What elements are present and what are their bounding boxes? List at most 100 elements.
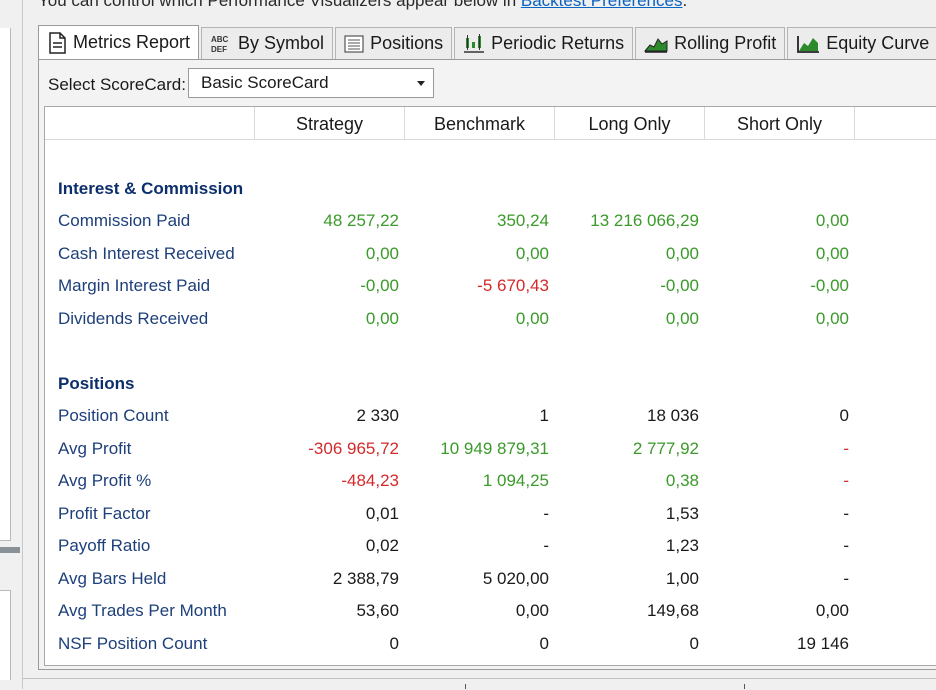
bottom-bar bbox=[23, 678, 936, 690]
metric-value: 149,68 bbox=[647, 601, 699, 620]
column-header-strategy[interactable]: Strategy bbox=[254, 107, 404, 139]
metric-value: 0 bbox=[539, 634, 549, 653]
metric-value: 18 036 bbox=[647, 406, 699, 425]
table-row: Avg Profit % -484,23 1 094,25 0,38 - bbox=[45, 471, 936, 503]
scorecard-label: Select ScoreCard: bbox=[48, 75, 186, 94]
metric-value: 13 216 066,29 bbox=[590, 211, 699, 230]
metric-value: 1 bbox=[539, 406, 549, 425]
metric-value: 0,00 bbox=[815, 309, 849, 328]
metric-label: Payoff Ratio bbox=[58, 536, 151, 555]
table-row: NSF Position Count 0 0 0 19 146 bbox=[45, 634, 936, 665]
column-header-short-only[interactable]: Short Only bbox=[704, 107, 854, 139]
table-row: Dividends Received 0,00 0,00 0,00 0,00 bbox=[45, 309, 936, 341]
table-row: Profit Factor 0,01 - 1,53 - bbox=[45, 504, 936, 536]
document-icon bbox=[47, 31, 67, 54]
metric-value: 1,23 bbox=[665, 536, 699, 555]
visualizer-tabs: Metrics Report ABC DEF By Symbol Position… bbox=[38, 25, 936, 59]
metric-value: 2 388,79 bbox=[332, 569, 399, 588]
info-text-body: You can control which Performance Visual… bbox=[38, 0, 521, 10]
metric-value: - bbox=[843, 439, 849, 458]
metric-value: -0,00 bbox=[360, 276, 399, 295]
metric-value: 0,00 bbox=[365, 309, 399, 328]
metric-value: -0,00 bbox=[660, 276, 699, 295]
metric-label: NSF Position Count bbox=[58, 634, 208, 653]
info-text: You can control which Performance Visual… bbox=[38, 0, 687, 11]
left-panel-bottom bbox=[0, 590, 11, 680]
metric-value: -306 965,72 bbox=[308, 439, 399, 458]
section-title-positions: Positions bbox=[58, 374, 135, 393]
metric-value: 1,53 bbox=[665, 504, 699, 523]
metric-value: - bbox=[543, 504, 549, 523]
metric-label: Cash Interest Received bbox=[58, 244, 235, 263]
metric-value: 0,00 bbox=[665, 309, 699, 328]
column-header-long-only[interactable]: Long Only bbox=[554, 107, 704, 139]
metric-label: Avg Trades Per Month bbox=[58, 601, 227, 620]
metric-value: 5 020,00 bbox=[482, 569, 549, 588]
divider-tick bbox=[465, 684, 466, 689]
candlestick-icon bbox=[463, 33, 485, 54]
metric-value: -484,23 bbox=[341, 471, 399, 490]
tab-rolling-profit[interactable]: Rolling Profit bbox=[635, 27, 786, 59]
column-header-benchmark[interactable]: Benchmark bbox=[404, 107, 554, 139]
metric-value: 0 bbox=[689, 634, 699, 653]
metric-value: 0,00 bbox=[815, 601, 849, 620]
tab-by-symbol[interactable]: ABC DEF By Symbol bbox=[201, 27, 334, 59]
table-row: Payoff Ratio 0,02 - 1,23 - bbox=[45, 536, 936, 568]
metric-value: 0,00 bbox=[365, 244, 399, 263]
metric-label: Avg Bars Held bbox=[58, 569, 167, 588]
chevron-down-icon bbox=[417, 81, 425, 86]
metrics-report-panel: Select ScoreCard: Basic ScoreCard Strate… bbox=[38, 59, 936, 670]
metric-value: 1 094,25 bbox=[482, 471, 549, 490]
metric-value: 2 330 bbox=[356, 406, 399, 425]
metric-value: 350,24 bbox=[497, 211, 549, 230]
svg-text:DEF: DEF bbox=[211, 45, 227, 54]
tab-label: Equity Curve bbox=[826, 33, 930, 53]
table-row: Margin Interest Paid -0,00 -5 670,43 -0,… bbox=[45, 276, 936, 308]
scorecard-dropdown[interactable]: Basic ScoreCard bbox=[188, 68, 434, 98]
tab-equity-curve[interactable]: Equity Curve bbox=[787, 27, 936, 59]
metric-value: 0,00 bbox=[815, 211, 849, 230]
svg-text:ABC: ABC bbox=[211, 35, 229, 44]
abc-def-icon: ABC DEF bbox=[210, 34, 232, 54]
splitter-handle[interactable] bbox=[0, 547, 20, 553]
metric-value: 19 146 bbox=[797, 634, 849, 653]
left-panel-top bbox=[0, 28, 11, 541]
section-title-interest-commission: Interest & Commission bbox=[58, 179, 244, 198]
metric-label: Profit Factor bbox=[58, 504, 151, 523]
metric-value: - bbox=[543, 536, 549, 555]
metrics-grid: Strategy Benchmark Long Only Short Only … bbox=[44, 106, 936, 666]
table-row: Avg Bars Held 2 388,79 5 020,00 1,00 - bbox=[45, 569, 936, 601]
metric-value: 10 949 879,31 bbox=[440, 439, 549, 458]
metric-value: 0,02 bbox=[365, 536, 399, 555]
metric-value: - bbox=[843, 569, 849, 588]
metric-value: 0,00 bbox=[665, 244, 699, 263]
table-row: Position Count 2 330 1 18 036 0 bbox=[45, 406, 936, 438]
tab-positions[interactable]: Positions bbox=[335, 27, 453, 59]
metric-value: 48 257,22 bbox=[323, 211, 399, 230]
metric-value: - bbox=[843, 536, 849, 555]
table-row: Cash Interest Received 0,00 0,00 0,00 0,… bbox=[45, 244, 936, 276]
list-icon bbox=[344, 34, 364, 54]
metric-value: -5 670,43 bbox=[477, 276, 549, 295]
tab-periodic-returns[interactable]: Periodic Returns bbox=[454, 27, 634, 59]
area-chart-icon bbox=[644, 34, 668, 54]
metric-value: 0,00 bbox=[515, 601, 549, 620]
metric-label: Avg Profit bbox=[58, 439, 132, 458]
metric-value: -0,00 bbox=[810, 276, 849, 295]
tab-label: Metrics Report bbox=[73, 32, 191, 52]
table-row: Avg Trades Per Month 53,60 0,00 149,68 0… bbox=[45, 601, 936, 633]
backtest-preferences-link[interactable]: Backtest Preferences bbox=[521, 0, 683, 10]
metric-label: Position Count bbox=[58, 406, 169, 425]
tab-label: By Symbol bbox=[238, 33, 325, 53]
column-header-row: Strategy Benchmark Long Only Short Only bbox=[45, 107, 936, 140]
divider bbox=[22, 0, 23, 689]
divider-tick bbox=[744, 684, 745, 689]
scorecard-selected-value: Basic ScoreCard bbox=[201, 73, 329, 92]
metric-value: 0,00 bbox=[815, 244, 849, 263]
metric-value: 2 777,92 bbox=[632, 439, 699, 458]
tab-metrics-report[interactable]: Metrics Report bbox=[38, 25, 200, 59]
table-row: Commission Paid 48 257,22 350,24 13 216 … bbox=[45, 211, 936, 243]
table-row: Avg Profit -306 965,72 10 949 879,31 2 7… bbox=[45, 439, 936, 471]
metric-value: 0 bbox=[839, 406, 849, 425]
metric-value: 0,01 bbox=[365, 504, 399, 523]
